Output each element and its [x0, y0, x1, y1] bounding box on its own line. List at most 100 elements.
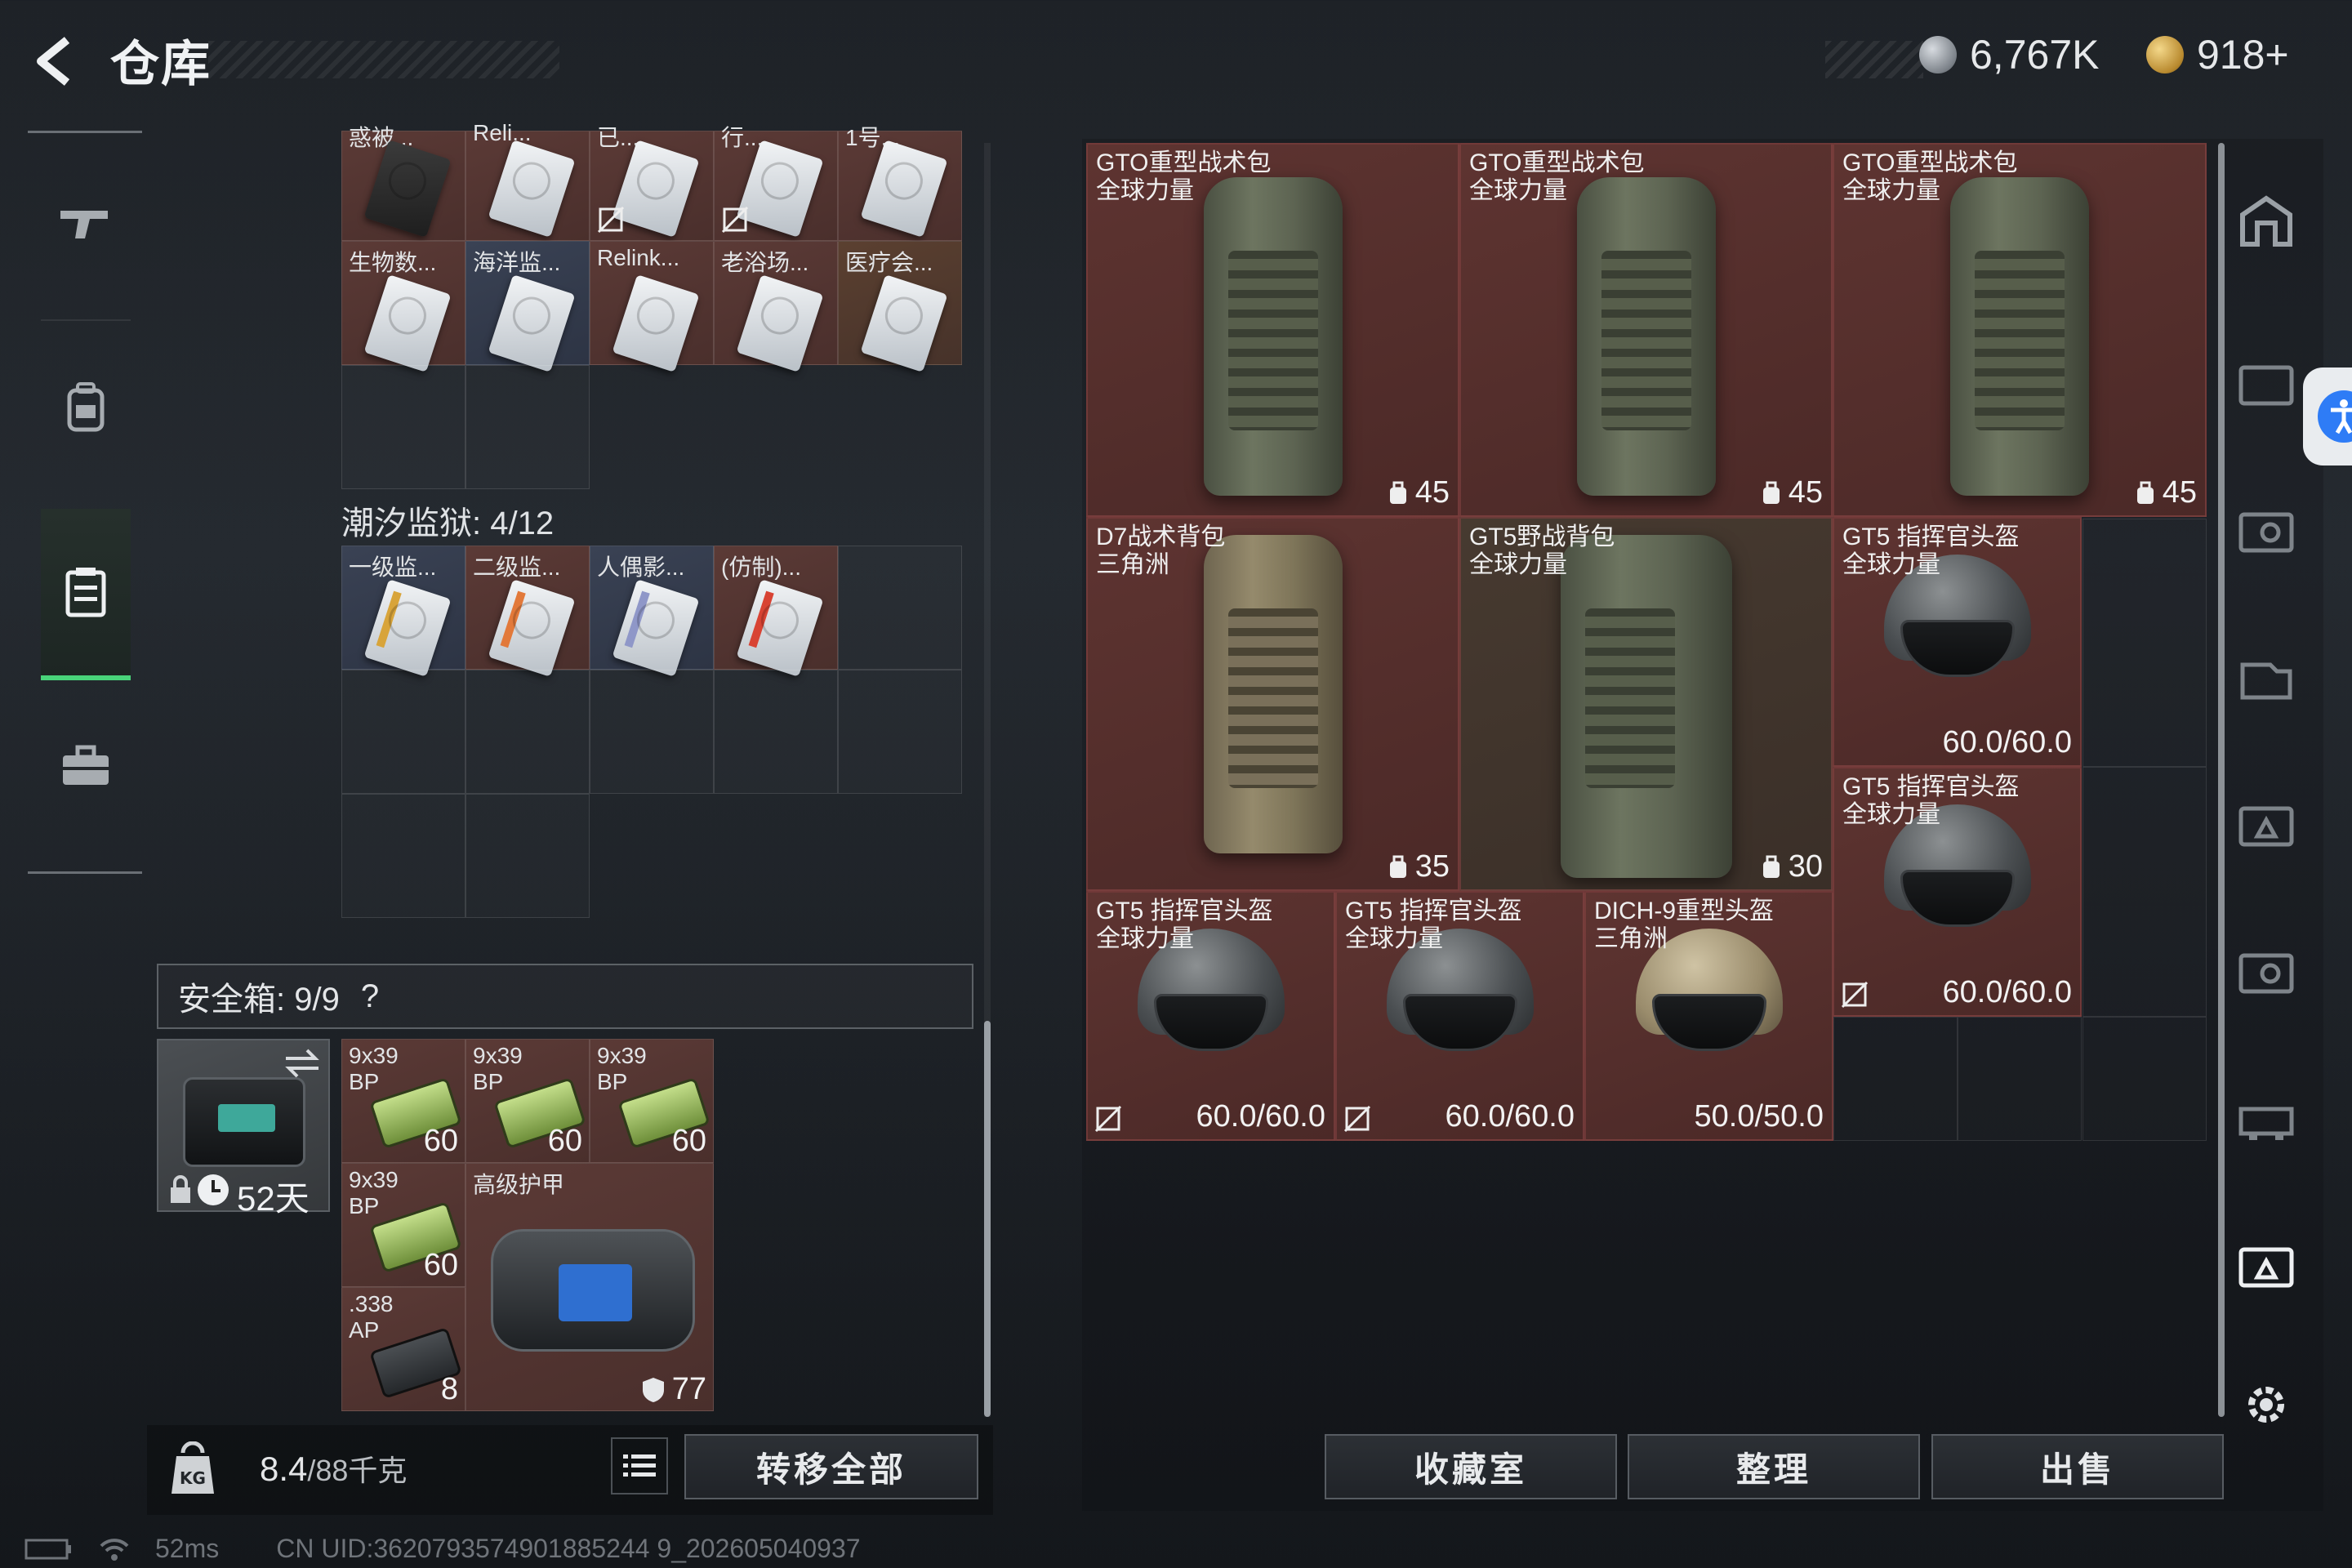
item-capacity: 30 — [1761, 849, 1823, 884]
back-button[interactable] — [24, 29, 90, 94]
helmet-item[interactable]: DICH-9重型头盔 三角洲 50.0/50.0 — [1584, 891, 1833, 1141]
keycard-slot[interactable]: 惑被... — [341, 125, 466, 241]
empty-slot[interactable] — [838, 670, 962, 794]
gear-icon — [2248, 1387, 2284, 1423]
ammo-slot[interactable]: .338 AP 8 — [341, 1287, 466, 1411]
keycard-slot[interactable]: 1号... — [838, 125, 962, 241]
transfer-all-button[interactable]: 转移全部 — [684, 1434, 978, 1499]
keycard-icon — [363, 274, 452, 372]
category-button[interactable] — [2234, 351, 2299, 416]
help-button[interactable]: ? — [361, 978, 379, 1015]
empty-slot[interactable] — [341, 670, 466, 794]
weight-display: 8.4/88千克 — [260, 1447, 407, 1490]
keycard-slot[interactable]: 人偶影... — [590, 546, 714, 677]
category-button[interactable] — [2234, 792, 2299, 858]
keycard-slot[interactable]: (仿制)... — [714, 546, 838, 677]
backpack-item[interactable]: GT5野战背包 全球力量 30 — [1459, 517, 1833, 891]
item-label: 海洋监... — [473, 250, 561, 275]
safe-box-container[interactable]: 52天 — [157, 1039, 330, 1218]
weight-max: /88千克 — [307, 1454, 408, 1487]
category-button-active[interactable] — [2234, 1233, 2299, 1298]
silver-coin-icon — [1919, 36, 1957, 74]
svg-text:KG: KG — [180, 1468, 206, 1488]
item-durability: 50.0/50.0 — [1694, 1099, 1824, 1134]
keycard-slot[interactable]: 行... — [714, 125, 838, 241]
empty-slot[interactable] — [2082, 1017, 2207, 1141]
accessibility-button[interactable] — [2303, 368, 2352, 466]
silver-currency[interactable]: 6,767K — [1919, 31, 2099, 78]
keycard-icon — [860, 140, 948, 238]
empty-slot[interactable] — [1958, 1017, 2082, 1141]
capacity-value: 45 — [2162, 475, 2197, 510]
gold-currency[interactable]: 918+ — [2146, 31, 2289, 78]
keycard-icon — [488, 579, 576, 677]
helmet-item[interactable]: GT5 指挥官头盔 全球力量 60.0/60.0 — [1833, 767, 2082, 1017]
keycard-slot[interactable]: Reli... — [466, 120, 590, 241]
empty-slot[interactable] — [466, 365, 590, 489]
capacity-value: 35 — [1414, 849, 1450, 884]
capacity-value: 45 — [1788, 475, 1823, 510]
gold-coin-icon — [2146, 36, 2184, 74]
organize-button[interactable]: 整理 — [1628, 1434, 1920, 1499]
empty-slot[interactable] — [341, 365, 466, 489]
sell-button[interactable]: 出售 — [1931, 1434, 2224, 1499]
empty-slot[interactable] — [838, 546, 962, 670]
nav-storage[interactable] — [41, 509, 131, 680]
settings-button[interactable] — [2234, 1372, 2299, 1437]
keycard-slot[interactable]: 海洋监... — [466, 241, 590, 372]
ammo-slot[interactable]: 9x39 BP 60 — [466, 1039, 590, 1163]
capacity-value: 30 — [1788, 849, 1823, 884]
item-name: GT5野战背包 全球力量 — [1469, 523, 1615, 578]
safe-box-timer: 52天 — [237, 1179, 310, 1218]
helmet-item[interactable]: GT5 指挥官头盔 全球力量 60.0/60.0 — [1833, 517, 2082, 767]
collection-room-button[interactable]: 收藏室 — [1325, 1434, 1617, 1499]
empty-slot[interactable] — [466, 670, 590, 794]
storage-home-button[interactable] — [2234, 188, 2299, 253]
helmet-item[interactable]: GT5 指挥官头盔 全球力量 60.0/60.0 — [1335, 891, 1584, 1141]
ammo-slot[interactable]: 9x39 BP 60 — [341, 1039, 466, 1163]
ammo-slot[interactable]: 9x39 BP 60 — [341, 1163, 466, 1287]
backpack-item[interactable]: GTO重型战术包 全球力量 45 — [1086, 143, 1459, 517]
nav-weapons[interactable] — [41, 178, 131, 268]
armor-durability-value: 77 — [671, 1372, 706, 1406]
storage-home-icon — [2240, 195, 2292, 247]
item-label: Relink... — [597, 245, 680, 270]
backpack-item[interactable]: GTO重型战术包 全球力量 45 — [1833, 143, 2207, 517]
backpack-item[interactable]: GTO重型战术包 全球力量 45 — [1459, 143, 1833, 517]
item-label: (仿制)... — [721, 555, 801, 580]
empty-slot[interactable] — [590, 670, 714, 794]
wifi-icon — [100, 1538, 129, 1561]
capacity-icon — [1762, 481, 1780, 504]
category-button[interactable] — [2234, 498, 2299, 564]
keycard-slot[interactable]: Relink... — [590, 241, 714, 372]
keycard-slot[interactable]: 医疗会... — [838, 241, 962, 372]
list-view-button[interactable] — [611, 1437, 668, 1494]
nav-backpack[interactable] — [41, 362, 131, 452]
ammo-slot[interactable]: 9x39 BP 60 — [590, 1039, 714, 1163]
helmet-item[interactable]: GT5 指挥官头盔 全球力量 60.0/60.0 — [1086, 891, 1335, 1141]
empty-slot[interactable] — [341, 794, 466, 918]
lock-icon — [171, 1175, 190, 1203]
empty-slot[interactable] — [466, 794, 590, 918]
category-button[interactable] — [2234, 939, 2299, 1004]
category-button[interactable] — [2234, 1086, 2299, 1152]
keycard-slot[interactable]: 二级监... — [466, 546, 590, 677]
armor-slot[interactable]: 高级护甲 77 — [466, 1163, 714, 1411]
keycard-slot[interactable]: 生物数... — [341, 241, 466, 372]
left-nav — [28, 131, 142, 874]
item-name: GT5 指挥官头盔 全球力量 — [1096, 898, 1273, 952]
keycard-slot[interactable]: 老浴场... — [714, 241, 838, 372]
nav-toolbox[interactable] — [41, 721, 131, 811]
empty-slot[interactable] — [1833, 1017, 1958, 1141]
keycard-slot[interactable]: 一级监... — [341, 546, 466, 677]
backpack-item[interactable]: D7战术背包 三角洲 35 — [1086, 517, 1459, 891]
left-scrollbar[interactable] — [984, 1021, 991, 1417]
empty-slot[interactable] — [714, 670, 838, 794]
empty-slot[interactable] — [2082, 767, 2207, 1017]
armor-bag-icon — [491, 1229, 695, 1352]
status-bar: 52ms CN UID:3620793574901885244 9_202605… — [24, 1534, 861, 1564]
category-button[interactable] — [2234, 645, 2299, 710]
empty-slot[interactable] — [2082, 519, 2207, 767]
keycard-slot[interactable]: 已... — [590, 125, 714, 241]
keycard-icon — [612, 140, 700, 238]
